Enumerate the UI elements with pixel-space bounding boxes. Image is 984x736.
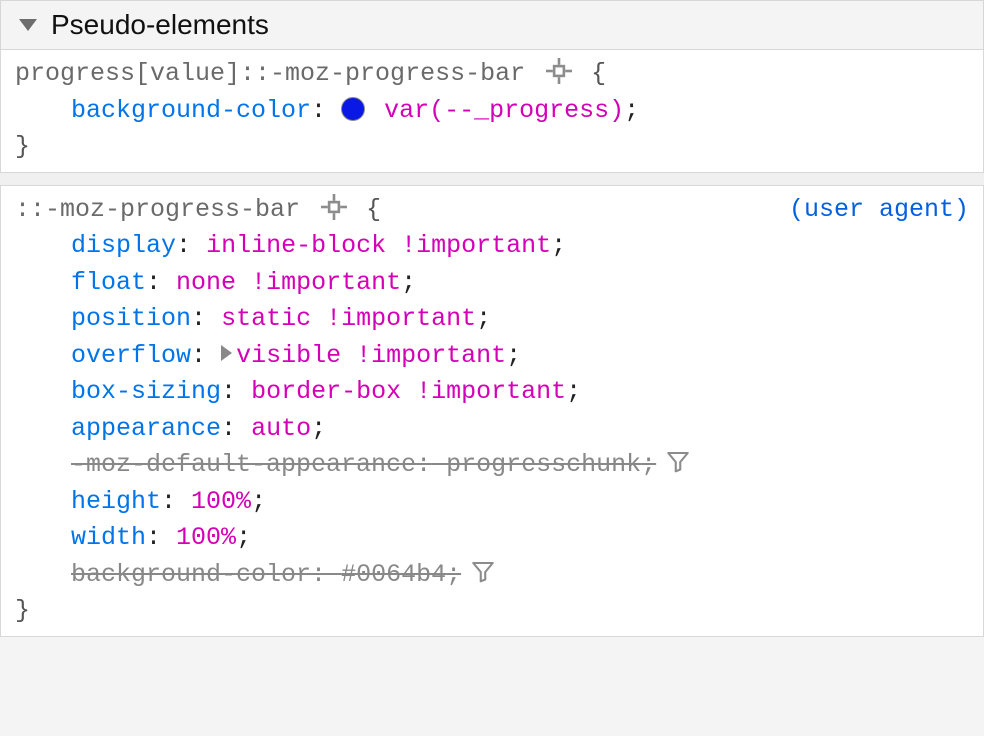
selector-highlighter-icon[interactable] [321, 194, 347, 220]
css-value[interactable]: var(--_progress) [384, 96, 624, 125]
css-property[interactable]: appearance [71, 414, 221, 443]
css-selector[interactable]: progress[value]::-moz-progress-bar [15, 59, 525, 88]
rule-source[interactable]: (user agent) [789, 192, 969, 229]
semicolon: ; [624, 96, 639, 125]
css-value[interactable]: #0064b4 [341, 560, 446, 589]
css-declaration[interactable]: -moz-default-appearance: progresschunk; [15, 447, 969, 484]
css-property[interactable]: box-sizing [71, 377, 221, 406]
close-brace: } [15, 593, 969, 630]
css-declaration[interactable]: background-color: #0064b4; [15, 557, 969, 594]
open-brace: { [591, 59, 606, 88]
css-value[interactable]: auto [251, 414, 311, 443]
css-property[interactable]: width [71, 523, 146, 552]
overridden-declaration: background-color: #0064b4; [71, 560, 461, 589]
css-declaration[interactable]: display: inline-block !important; [15, 228, 969, 265]
section-title: Pseudo-elements [51, 9, 269, 41]
open-brace: { [366, 195, 381, 224]
disclosure-triangle-icon[interactable] [19, 19, 37, 31]
css-selector[interactable]: ::-moz-progress-bar [15, 195, 300, 224]
css-property[interactable]: background-color [71, 96, 311, 125]
filter-icon[interactable] [666, 450, 690, 474]
css-value[interactable]: static !important [221, 304, 476, 333]
css-declaration[interactable]: position: static !important; [15, 301, 969, 338]
css-declaration[interactable]: height: 100%; [15, 484, 969, 521]
close-brace: } [15, 129, 969, 166]
rule-block: (user agent) ::-moz-progress-bar { displ… [0, 185, 984, 637]
css-property[interactable]: height [71, 487, 161, 516]
colon: : [311, 96, 326, 125]
selector-line: progress[value]::-moz-progress-bar { [15, 56, 969, 93]
css-value[interactable]: progresschunk [446, 450, 641, 479]
filter-icon[interactable] [471, 560, 495, 584]
css-value[interactable]: none !important [176, 268, 401, 297]
css-property[interactable]: -moz-default-appearance [71, 450, 416, 479]
selector-highlighter-icon[interactable] [546, 58, 572, 84]
css-value[interactable]: inline-block !important [206, 231, 551, 260]
css-value[interactable]: visible !important [236, 341, 506, 370]
css-property[interactable]: display [71, 231, 176, 260]
rules-panel: Pseudo-elements progress[value]::-moz-pr… [0, 0, 984, 637]
section-header[interactable]: Pseudo-elements [0, 0, 984, 50]
css-declaration[interactable]: overflow: visible !important; [15, 338, 969, 375]
css-declaration[interactable]: float: none !important; [15, 265, 969, 302]
css-property[interactable]: float [71, 268, 146, 297]
color-swatch-icon[interactable] [341, 97, 365, 121]
css-property[interactable]: overflow [71, 341, 191, 370]
css-declaration[interactable]: appearance: auto; [15, 411, 969, 448]
css-declaration[interactable]: background-color: var(--_progress); [15, 93, 969, 130]
css-declaration[interactable]: width: 100%; [15, 520, 969, 557]
css-value[interactable]: 100% [176, 523, 236, 552]
rule-block: progress[value]::-moz-progress-bar { bac… [0, 50, 984, 173]
css-value[interactable]: border-box !important [251, 377, 566, 406]
overridden-declaration: -moz-default-appearance: progresschunk; [71, 450, 656, 479]
css-declaration[interactable]: box-sizing: border-box !important; [15, 374, 969, 411]
css-property[interactable]: background-color [71, 560, 311, 589]
css-property[interactable]: position [71, 304, 191, 333]
shorthand-expander-icon[interactable] [221, 345, 232, 361]
css-value[interactable]: 100% [191, 487, 251, 516]
